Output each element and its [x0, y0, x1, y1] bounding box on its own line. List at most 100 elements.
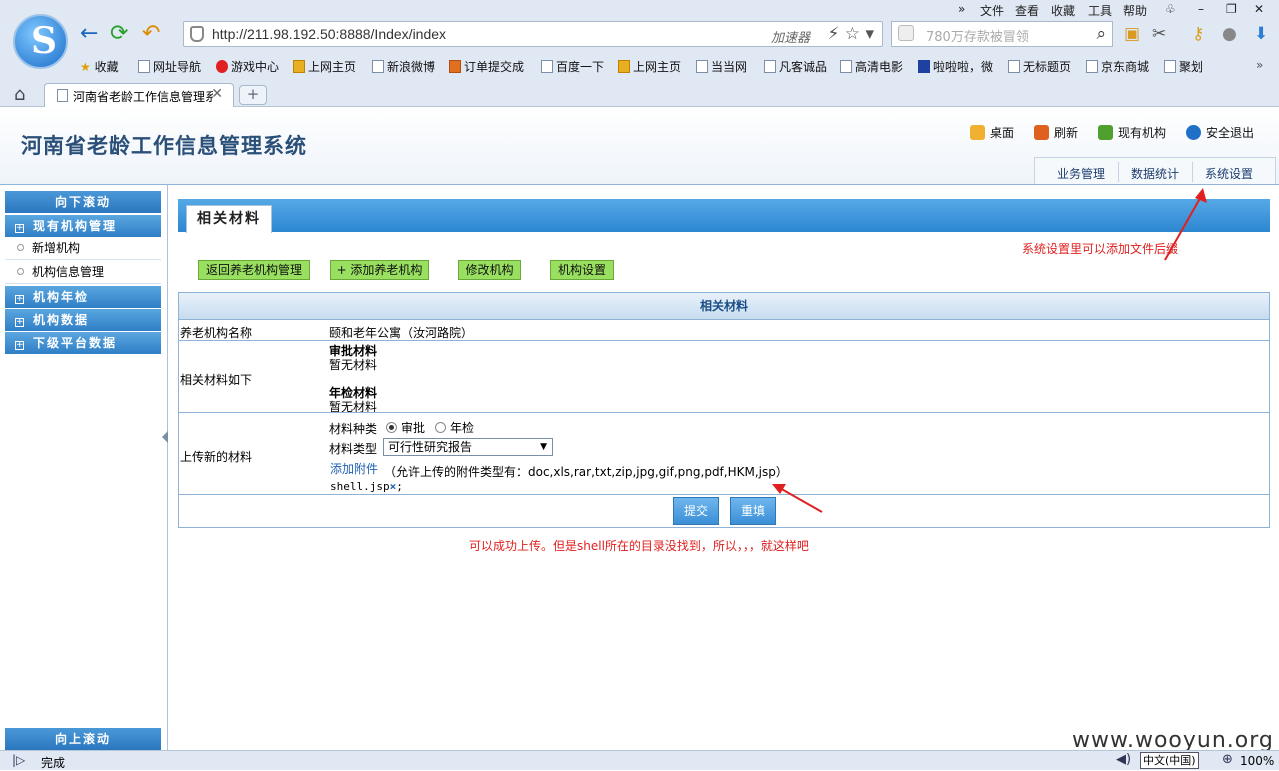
expand-icon: + — [15, 317, 24, 327]
refresh-page-icon — [1034, 125, 1049, 140]
bookmark-item[interactable]: 高清电影 — [840, 58, 903, 75]
allowed-types: （允许上传的附件类型有：doc,xls,rar,txt,zip,jpg,gif,… — [384, 465, 788, 479]
browser-chrome: S » 文件 查看 收藏 工具 帮助 ♧ – ❐ ✕ ← ⟳ ↶ http://… — [0, 0, 1279, 107]
bookmark-item[interactable]: 无标题页 — [1008, 58, 1071, 75]
refresh-icon[interactable]: ⟳ — [110, 22, 128, 46]
bookmark-item[interactable]: 网址导航 — [138, 58, 201, 75]
undo-icon[interactable]: ↶ — [142, 22, 160, 46]
scroll-up-button[interactable]: 向上滚动 — [5, 728, 161, 750]
bookmark-item[interactable]: 新浪微博 — [372, 58, 435, 75]
menu-expand-icon[interactable]: » — [958, 2, 965, 16]
nav-settings[interactable]: 系统设置 — [1205, 165, 1253, 182]
expand-icon: + — [15, 294, 24, 304]
bookmark-item[interactable]: 当当网 — [696, 58, 747, 75]
nav-divider — [1192, 162, 1193, 182]
bookmark-item[interactable]: 游戏中心 — [216, 58, 279, 75]
bookmark-item[interactable]: 凡客诚品 — [764, 58, 827, 75]
file-name: shell.jsp — [330, 480, 390, 493]
search-placeholder: 780万存款被冒领 — [926, 30, 1029, 45]
content-tab-title: 相关材料 — [186, 205, 272, 233]
add-institution-button[interactable]: + 添加养老机构 — [330, 260, 429, 280]
radio-checked-icon[interactable] — [386, 422, 397, 433]
material-type-select[interactable]: 可行性研究报告 ▼ — [383, 438, 553, 456]
desktop-link[interactable]: 桌面 — [970, 124, 1014, 141]
sidebar-toggle-icon[interactable]: |▷ — [12, 753, 25, 767]
close-tab-icon[interactable]: ✕ — [211, 86, 223, 102]
key-icon[interactable]: ⚷ — [1192, 24, 1204, 44]
bookmark-item[interactable]: 上网主页 — [293, 58, 356, 75]
star-icon[interactable]: ⚡ ☆ ▾ — [827, 24, 874, 44]
browser-tab[interactable]: 河南省老龄工作信息管理系统 ✕ — [44, 83, 234, 107]
house-icon — [970, 125, 985, 140]
attached-file: shell.jsp×; — [330, 480, 403, 493]
radio-approval[interactable]: 审批 — [386, 419, 425, 436]
row-divider — [179, 412, 1269, 413]
menu-view[interactable]: 查看 — [1015, 2, 1039, 19]
expand-icon: + — [15, 223, 24, 233]
speaker-icon[interactable]: ◀) — [1116, 752, 1131, 767]
nav-business[interactable]: 业务管理 — [1057, 165, 1105, 182]
radio-annual[interactable]: 年检 — [435, 419, 474, 436]
refresh-link[interactable]: 刷新 — [1034, 124, 1078, 141]
menu-tools[interactable]: 工具 — [1088, 2, 1112, 19]
scroll-down-button[interactable]: 向下滚动 — [5, 191, 161, 213]
radio-unchecked-icon[interactable] — [435, 422, 446, 433]
tab-strip: ⌂ 河南省老龄工作信息管理系统 ✕ + — [0, 80, 1279, 107]
collapse-sidebar-icon[interactable] — [162, 431, 168, 443]
download-icon[interactable]: ⬇ — [1254, 24, 1268, 44]
restore-icon[interactable]: ❐ — [1226, 2, 1237, 16]
bookmark-item[interactable]: 聚划 — [1164, 58, 1203, 75]
app-header: 河南省老龄工作信息管理系统 桌面 刷新 现有机构 安全退出 业务管理 数据统计 … — [0, 107, 1279, 185]
sidebar-group-institutions[interactable]: + 现有机构管理 — [5, 215, 161, 237]
accelerator-label[interactable]: 加速器 — [771, 27, 810, 46]
dropdown-arrow-icon: ▼ — [540, 442, 547, 452]
home-icon[interactable]: ⌂ — [14, 84, 25, 105]
zoom-icon[interactable]: ⊕ — [1222, 752, 1233, 767]
back-to-institutions-button[interactable]: 返回养老机构管理 — [198, 260, 310, 280]
search-engine-icon[interactable] — [898, 25, 914, 41]
institutions-link[interactable]: 现有机构 — [1098, 124, 1166, 141]
skin-icon[interactable]: ♧ — [1165, 2, 1176, 16]
extension-icon[interactable]: ▣ — [1124, 24, 1140, 44]
scissors-icon[interactable]: ✂ — [1152, 24, 1166, 44]
row-divider — [179, 340, 1269, 341]
bookmark-item[interactable]: 啦啦啦，微 — [918, 58, 993, 75]
zoom-level[interactable]: 100% — [1240, 754, 1274, 768]
institution-settings-button[interactable]: 机构设置 — [550, 260, 614, 280]
menu-help[interactable]: 帮助 — [1123, 2, 1147, 19]
bookmark-item[interactable]: 百度一下 — [541, 58, 604, 75]
add-attachment-link[interactable]: 添加附件 — [330, 460, 378, 477]
back-icon[interactable]: ← — [80, 22, 98, 46]
search-box[interactable]: 780万存款被冒领 ⌕ — [891, 21, 1113, 47]
status-bar: |▷ 完成 ◀) 中文(中国) ⊕ 100% — [0, 750, 1279, 770]
close-window-icon[interactable]: ✕ — [1254, 2, 1264, 16]
bookmarks-bar: ★ 收藏 网址导航 游戏中心 上网主页 新浪微博 订单提交成 百度一下 上网主页… — [0, 55, 1279, 77]
bookmark-favorites[interactable]: ★ 收藏 — [80, 58, 119, 75]
bookmark-item[interactable]: 订单提交成 — [449, 58, 524, 75]
address-bar[interactable]: http://211.98.192.50:8888/Index/index 加速… — [183, 21, 883, 47]
more-icon[interactable]: ● — [1222, 24, 1237, 44]
bookmark-item[interactable]: 上网主页 — [618, 58, 681, 75]
sidebar-group-subplatform[interactable]: + 下级平台数据 — [5, 332, 161, 354]
type-label: 材料类型 — [329, 442, 378, 456]
sidebar-group-annual[interactable]: + 机构年检 — [5, 286, 161, 308]
tab-title: 河南省老龄工作信息管理系统 — [73, 90, 213, 104]
menu-favorites[interactable]: 收藏 — [1051, 2, 1075, 19]
bookmarks-more-icon[interactable]: » — [1256, 58, 1263, 72]
search-icon[interactable]: ⌕ — [1096, 24, 1106, 44]
nav-statistics[interactable]: 数据统计 — [1131, 165, 1179, 182]
new-tab-button[interactable]: + — [239, 85, 267, 105]
sidebar-group-data[interactable]: + 机构数据 — [5, 309, 161, 331]
edit-institution-button[interactable]: 修改机构 — [458, 260, 521, 280]
shield-icon — [190, 26, 204, 42]
minimize-icon[interactable]: – — [1198, 2, 1204, 16]
sidebar-item-add-institution[interactable]: 新增机构 — [5, 237, 161, 260]
page-icon — [57, 89, 68, 102]
submit-button[interactable]: 提交 — [673, 497, 719, 525]
arrow-annotation-icon — [1164, 188, 1207, 261]
menu-file[interactable]: 文件 — [980, 2, 1004, 19]
ime-indicator[interactable]: 中文(中国) — [1140, 752, 1199, 769]
bookmark-item[interactable]: 京东商城 — [1086, 58, 1149, 75]
logout-link[interactable]: 安全退出 — [1186, 124, 1254, 141]
sidebar-item-institution-info[interactable]: 机构信息管理 — [5, 261, 161, 284]
